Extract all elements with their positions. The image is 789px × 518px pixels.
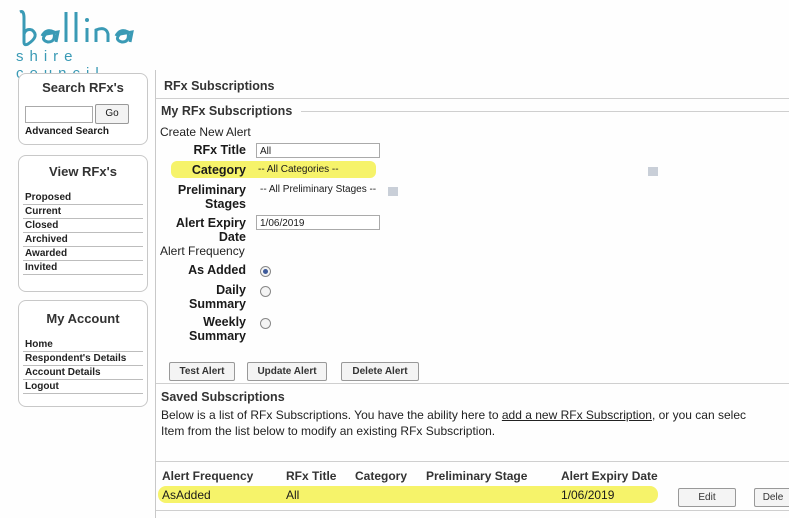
- sidebar-item-home[interactable]: Home: [23, 338, 143, 352]
- section-divider: [301, 111, 789, 112]
- add-subscription-link[interactable]: add a new RFx Subscription: [502, 408, 652, 422]
- alert-frequency-label: Alert Frequency: [160, 244, 245, 258]
- main-content: RFx Subscriptions My RFx Subscriptions C…: [155, 70, 789, 518]
- daily-summary-radio[interactable]: [260, 286, 271, 297]
- buttons-divider: [156, 383, 789, 384]
- sidebar-item-archived[interactable]: Archived: [23, 233, 143, 247]
- category-select[interactable]: -- All Categories --: [258, 164, 339, 175]
- delete-alert-button[interactable]: Delete Alert: [341, 362, 419, 381]
- go-button[interactable]: Go: [95, 104, 129, 124]
- category-label: Category: [191, 163, 246, 177]
- edit-button[interactable]: Edit: [678, 488, 736, 507]
- prelim-stage-select[interactable]: -- All Preliminary Stages --: [260, 184, 376, 195]
- title-divider: [156, 98, 789, 99]
- prelim-label-line2: Stages: [205, 197, 246, 211]
- council-logo: shire council: [10, 8, 170, 82]
- advanced-search-link[interactable]: Advanced Search: [25, 126, 109, 137]
- weekly-summary-radio[interactable]: [260, 318, 271, 329]
- expiry-label-line1: Alert Expiry: [175, 216, 246, 230]
- prelim-dropdown-icon[interactable]: [388, 187, 398, 196]
- view-rfx-panel: View RFx's Proposed Current Closed Archi…: [18, 155, 148, 292]
- sidebar-item-respondent-details[interactable]: Respondent's Details: [23, 352, 143, 366]
- page-title: RFx Subscriptions: [164, 79, 275, 93]
- col-alert-frequency: Alert Frequency: [162, 469, 254, 483]
- saved-description-line1: Below is a list of RFx Subscriptions. Yo…: [161, 408, 746, 422]
- my-account-panel: My Account Home Respondent's Details Acc…: [18, 300, 148, 407]
- sidebar-item-proposed[interactable]: Proposed: [23, 191, 143, 205]
- rfx-title-label: RFx Title: [193, 143, 246, 157]
- as-added-radio[interactable]: [260, 266, 271, 277]
- search-panel-title: Search RFx's: [42, 80, 124, 95]
- sidebar-item-awarded[interactable]: Awarded: [23, 247, 143, 261]
- delete-button[interactable]: Dele: [754, 488, 789, 507]
- sidebar-item-current[interactable]: Current: [23, 205, 143, 219]
- test-alert-button[interactable]: Test Alert: [169, 362, 235, 381]
- update-alert-button[interactable]: Update Alert: [247, 362, 327, 381]
- create-alert-label: Create New Alert: [160, 125, 251, 139]
- expiry-label-line2: Date: [218, 230, 246, 244]
- sidebar-item-logout[interactable]: Logout: [23, 380, 143, 394]
- saved-desc-text-b: , or you can selec: [651, 408, 746, 422]
- table-bottom-divider: [156, 510, 789, 511]
- sidebar-item-account-details[interactable]: Account Details: [23, 366, 143, 380]
- weekly-label-line1: Weekly: [203, 315, 246, 329]
- search-panel: Search RFx's Go Advanced Search: [18, 73, 148, 145]
- my-account-title: My Account: [46, 311, 120, 326]
- col-alert-expiry-date: Alert Expiry Date: [561, 469, 658, 483]
- view-rfx-title: View RFx's: [49, 164, 117, 179]
- prelim-label-line1: Preliminary: [177, 183, 246, 197]
- weekly-label-line2: Summary: [189, 329, 246, 343]
- table-top-divider: [156, 461, 789, 462]
- saved-subscriptions-title: Saved Subscriptions: [161, 390, 285, 404]
- expiry-date-input[interactable]: 1/06/2019: [256, 215, 380, 230]
- row-expiry[interactable]: 1/06/2019: [561, 488, 614, 502]
- category-dropdown-icon[interactable]: [648, 167, 658, 176]
- as-added-label: As Added: [188, 263, 246, 277]
- col-preliminary-stage: Preliminary Stage: [426, 469, 528, 483]
- daily-label-line1: Daily: [216, 283, 246, 297]
- sidebar-item-invited[interactable]: Invited: [23, 261, 143, 275]
- section-title: My RFx Subscriptions: [161, 104, 293, 118]
- col-category: Category: [355, 469, 408, 483]
- saved-description-line2: Item from the list below to modify an ex…: [161, 424, 496, 438]
- search-input[interactable]: [25, 106, 93, 123]
- daily-label-line2: Summary: [189, 297, 246, 311]
- rfx-title-input[interactable]: All: [256, 143, 380, 158]
- row-title[interactable]: All: [286, 488, 299, 502]
- col-rfx-title: RFx Title: [286, 469, 337, 483]
- row-frequency[interactable]: AsAdded: [162, 488, 211, 502]
- saved-desc-text-a: Below is a list of RFx Subscriptions. Yo…: [161, 408, 502, 422]
- sidebar-item-closed[interactable]: Closed: [23, 219, 143, 233]
